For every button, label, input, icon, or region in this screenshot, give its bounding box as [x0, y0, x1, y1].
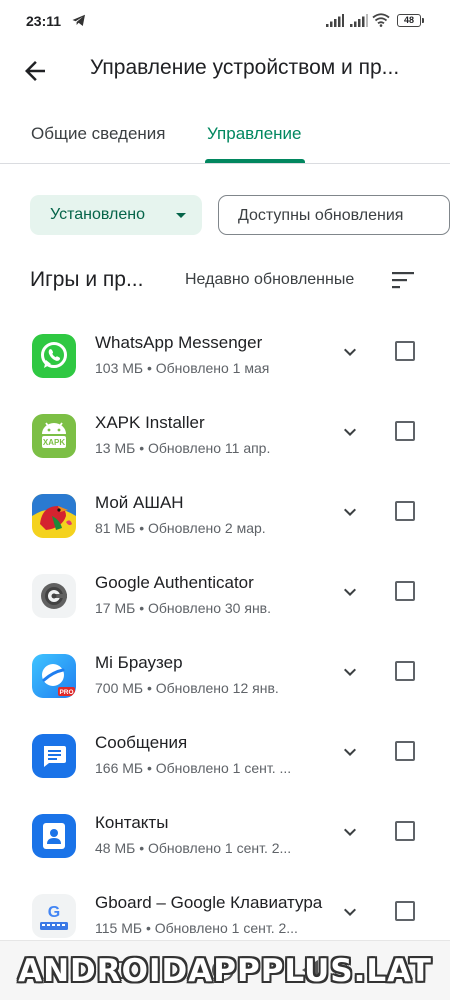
tab-divider [0, 163, 450, 164]
app-row-auchan[interactable]: Мой АШАН 81 МБ • Обновлено 2 мар. [0, 482, 450, 562]
telegram-icon [72, 14, 85, 26]
updates-filter-chip[interactable]: Доступны обновления [218, 195, 450, 235]
select-checkbox[interactable] [395, 501, 415, 521]
app-row-xapk-installer[interactable]: XAPK XAPK Installer 13 МБ • Обновлено 11… [0, 402, 450, 482]
app-name: Google Authenticator [95, 573, 254, 592]
app-row-contacts[interactable]: Контакты 48 МБ • Обновлено 1 сент. 2... [0, 802, 450, 882]
select-checkbox[interactable] [395, 901, 415, 921]
xapk-installer-icon: XAPK [32, 414, 76, 458]
app-meta: 17 МБ • Обновлено 30 янв. [95, 600, 271, 616]
chevron-down-icon [176, 213, 186, 218]
select-checkbox[interactable] [395, 821, 415, 841]
chevron-down-icon[interactable] [338, 740, 362, 764]
chevron-down-icon[interactable] [338, 580, 362, 604]
app-meta: 166 МБ • Обновлено 1 сент. ... [95, 760, 292, 776]
chevron-down-icon[interactable] [338, 340, 362, 364]
tab-overview[interactable]: Общие сведения [31, 124, 166, 144]
app-row-messages[interactable]: Сообщения 166 МБ • Обновлено 1 сент. ... [0, 722, 450, 802]
auchan-bird-icon [32, 494, 76, 538]
arrow-back-icon[interactable] [20, 56, 50, 86]
status-time: 23:11 [26, 13, 62, 29]
chevron-down-icon[interactable] [338, 820, 362, 844]
chevron-down-icon[interactable] [338, 660, 362, 684]
chevron-down-icon[interactable] [338, 500, 362, 524]
select-checkbox[interactable] [395, 421, 415, 441]
app-name: Мой АШАН [95, 493, 184, 512]
updates-filter-label: Доступны обновления [238, 207, 404, 224]
xapk-icon-label: XAPK [43, 438, 65, 447]
app-name: XAPK Installer [95, 413, 205, 432]
app-row-google-authenticator[interactable]: Google Authenticator 17 МБ • Обновлено 3… [0, 562, 450, 642]
chevron-down-icon[interactable] [338, 420, 362, 444]
app-name: WhatsApp Messenger [95, 333, 263, 352]
svg-text:G: G [48, 904, 60, 921]
app-meta: 13 МБ • Обновлено 11 апр. [95, 440, 271, 456]
wifi-icon [372, 13, 390, 27]
gboard-icon: G [32, 894, 76, 938]
select-checkbox[interactable] [395, 581, 415, 601]
page-title: Управление устройством и пр... [90, 56, 400, 79]
battery-indicator: 48 [397, 14, 424, 27]
installed-filter-chip[interactable]: Установлено [30, 195, 202, 235]
app-name: Mi Браузер [95, 653, 183, 672]
section-title: Игры и пр... [30, 268, 144, 291]
select-checkbox[interactable] [395, 741, 415, 761]
app-meta: 48 МБ • Обновлено 1 сент. 2... [95, 840, 292, 856]
app-name: Сообщения [95, 733, 188, 752]
watermark: ANDROIDAPPPLUS.LAT [18, 953, 432, 989]
select-checkbox[interactable] [395, 661, 415, 681]
app-meta: 115 МБ • Обновлено 1 сент. 2... [95, 920, 298, 936]
messages-icon [32, 734, 76, 778]
app-meta: 700 МБ • Обновлено 12 янв. [95, 680, 279, 696]
app-row-whatsapp[interactable]: WhatsApp Messenger 103 МБ • Обновлено 1 … [0, 322, 450, 402]
app-meta: 103 МБ • Обновлено 1 мая [95, 360, 270, 376]
mi-browser-pro-label: PRO [59, 689, 73, 696]
signal-icon-2 [350, 14, 368, 27]
installed-filter-label: Установлено [50, 206, 145, 223]
contacts-icon [32, 814, 76, 858]
sort-icon[interactable] [392, 270, 416, 290]
google-authenticator-icon [32, 574, 76, 618]
app-meta: 81 МБ • Обновлено 2 мар. [95, 520, 266, 536]
status-bar: 23:11 48 [0, 0, 450, 42]
chevron-down-icon[interactable] [338, 900, 362, 924]
app-name: Gboard – Google Клавиатура [95, 893, 323, 912]
app-row-mi-browser[interactable]: PRO Mi Браузер 700 МБ • Обновлено 12 янв… [0, 642, 450, 722]
whatsapp-icon [32, 334, 76, 378]
tab-manage[interactable]: Управление [207, 124, 302, 144]
mi-browser-icon: PRO [32, 654, 76, 698]
sort-button[interactable]: Недавно обновленные [185, 271, 354, 289]
signal-icon [326, 14, 344, 27]
select-checkbox[interactable] [395, 341, 415, 361]
app-name: Контакты [95, 813, 169, 832]
